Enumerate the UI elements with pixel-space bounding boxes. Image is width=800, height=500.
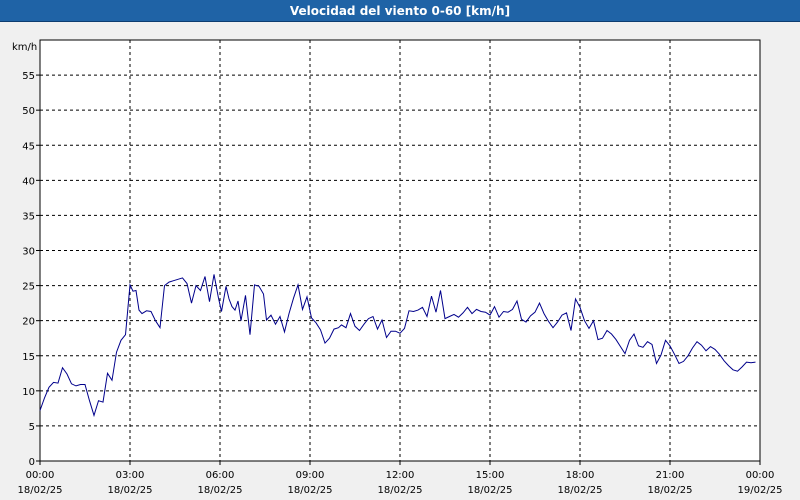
x-tick-date-label: 18/02/25 — [288, 485, 333, 496]
x-tick-time-label: 00:00 — [26, 470, 55, 481]
y-tick-label: 30 — [22, 247, 35, 258]
y-tick-label: 15 — [22, 352, 35, 363]
x-tick-time-label: 18:00 — [566, 470, 595, 481]
y-tick-label: 35 — [22, 211, 35, 222]
y-tick-label: 5 — [29, 422, 35, 433]
y-axis-label: km/h — [12, 42, 37, 53]
y-tick-label: 0 — [29, 457, 35, 468]
x-tick-date-label: 18/02/25 — [108, 485, 153, 496]
y-tick-label: 25 — [22, 282, 35, 293]
x-tick-time-label: 03:00 — [116, 470, 145, 481]
x-tick-date-label: 18/02/25 — [378, 485, 423, 496]
x-tick-time-label: 06:00 — [206, 470, 235, 481]
y-tick-label: 50 — [22, 106, 35, 117]
y-tick-label: 20 — [22, 317, 35, 328]
chart-canvas: 0 5 10 15 20 25 30 35 40 45 50 55 00:00 18/02/25 03:00… — [12, 39, 783, 496]
x-tick-date-label: 18/02/25 — [198, 485, 243, 496]
y-tick-label: 55 — [22, 71, 35, 82]
y-tick-label: 45 — [22, 141, 35, 152]
x-tick-date-label: 18/02/25 — [18, 485, 63, 496]
x-tick-date-label: 18/02/25 — [648, 485, 693, 496]
x-tick-time-label: 15:00 — [476, 470, 505, 481]
y-tick-label: 40 — [22, 176, 35, 187]
x-tick-time-label: 21:00 — [656, 470, 685, 481]
y-tick-label: 10 — [22, 387, 35, 398]
x-tick-time-label: 12:00 — [386, 470, 415, 481]
x-tick-date-label: 19/02/25 — [738, 485, 783, 496]
x-tick-time-label: 09:00 — [296, 470, 325, 481]
x-tick-date-label: 18/02/25 — [468, 485, 513, 496]
x-tick-date-label: 18/02/25 — [558, 485, 603, 496]
x-tick-time-label: 00:00 — [746, 470, 775, 481]
